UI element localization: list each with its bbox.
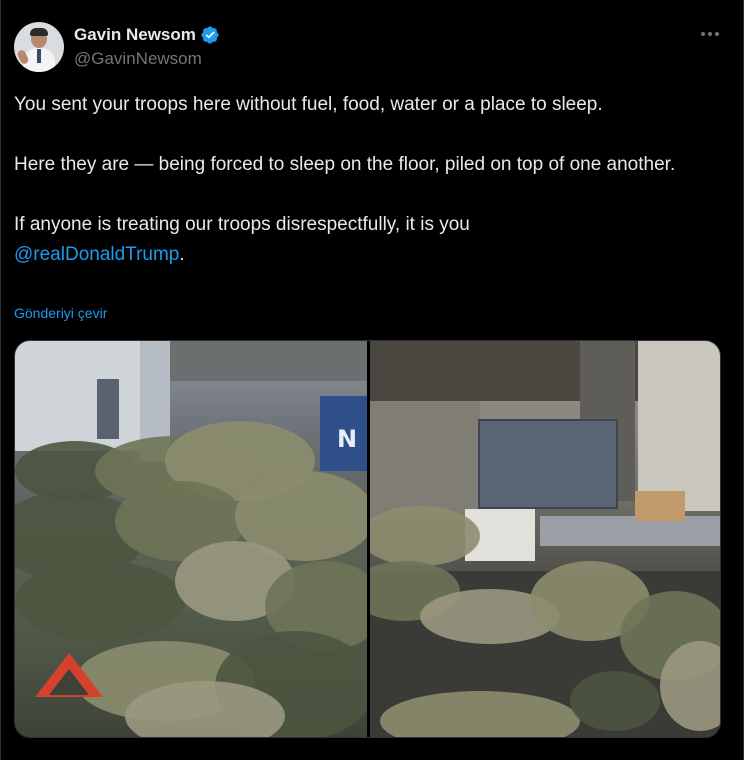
translate-post-link[interactable]: Gönderiyi çevir xyxy=(14,305,107,321)
sign-letter: N xyxy=(337,425,358,453)
more-dot xyxy=(701,32,705,36)
avatar-hair xyxy=(30,28,48,36)
photo-right[interactable] xyxy=(370,341,720,737)
author-display-name[interactable]: Gavin Newsom xyxy=(74,25,196,45)
media-grid: N xyxy=(14,340,721,738)
more-dot xyxy=(708,32,712,36)
avatar-tie xyxy=(37,49,41,63)
tweet-paragraph-3-end: . xyxy=(179,244,185,265)
mention-link[interactable]: @realDonaldTrump xyxy=(14,244,179,265)
tweet-paragraph-3-text: If anyone is treating our troops disresp… xyxy=(14,214,470,235)
tweet-paragraph-3: If anyone is treating our troops disresp… xyxy=(14,210,724,270)
tweet-text: You sent your troops here without fuel, … xyxy=(14,90,724,270)
tweet-paragraph-2: Here they are — being forced to sleep on… xyxy=(14,154,676,175)
author-name-row: Gavin Newsom xyxy=(74,24,220,46)
more-dot xyxy=(715,32,719,36)
avatar[interactable] xyxy=(14,22,64,72)
author-handle[interactable]: @GavinNewsom xyxy=(74,49,202,69)
tweet-paragraph-1: You sent your troops here without fuel, … xyxy=(14,94,603,115)
tweet: Gavin Newsom @GavinNewsom You sent your … xyxy=(0,0,744,760)
photo-left[interactable]: N xyxy=(15,341,367,737)
verified-badge-icon xyxy=(201,26,219,44)
more-options-icon[interactable] xyxy=(698,24,722,44)
